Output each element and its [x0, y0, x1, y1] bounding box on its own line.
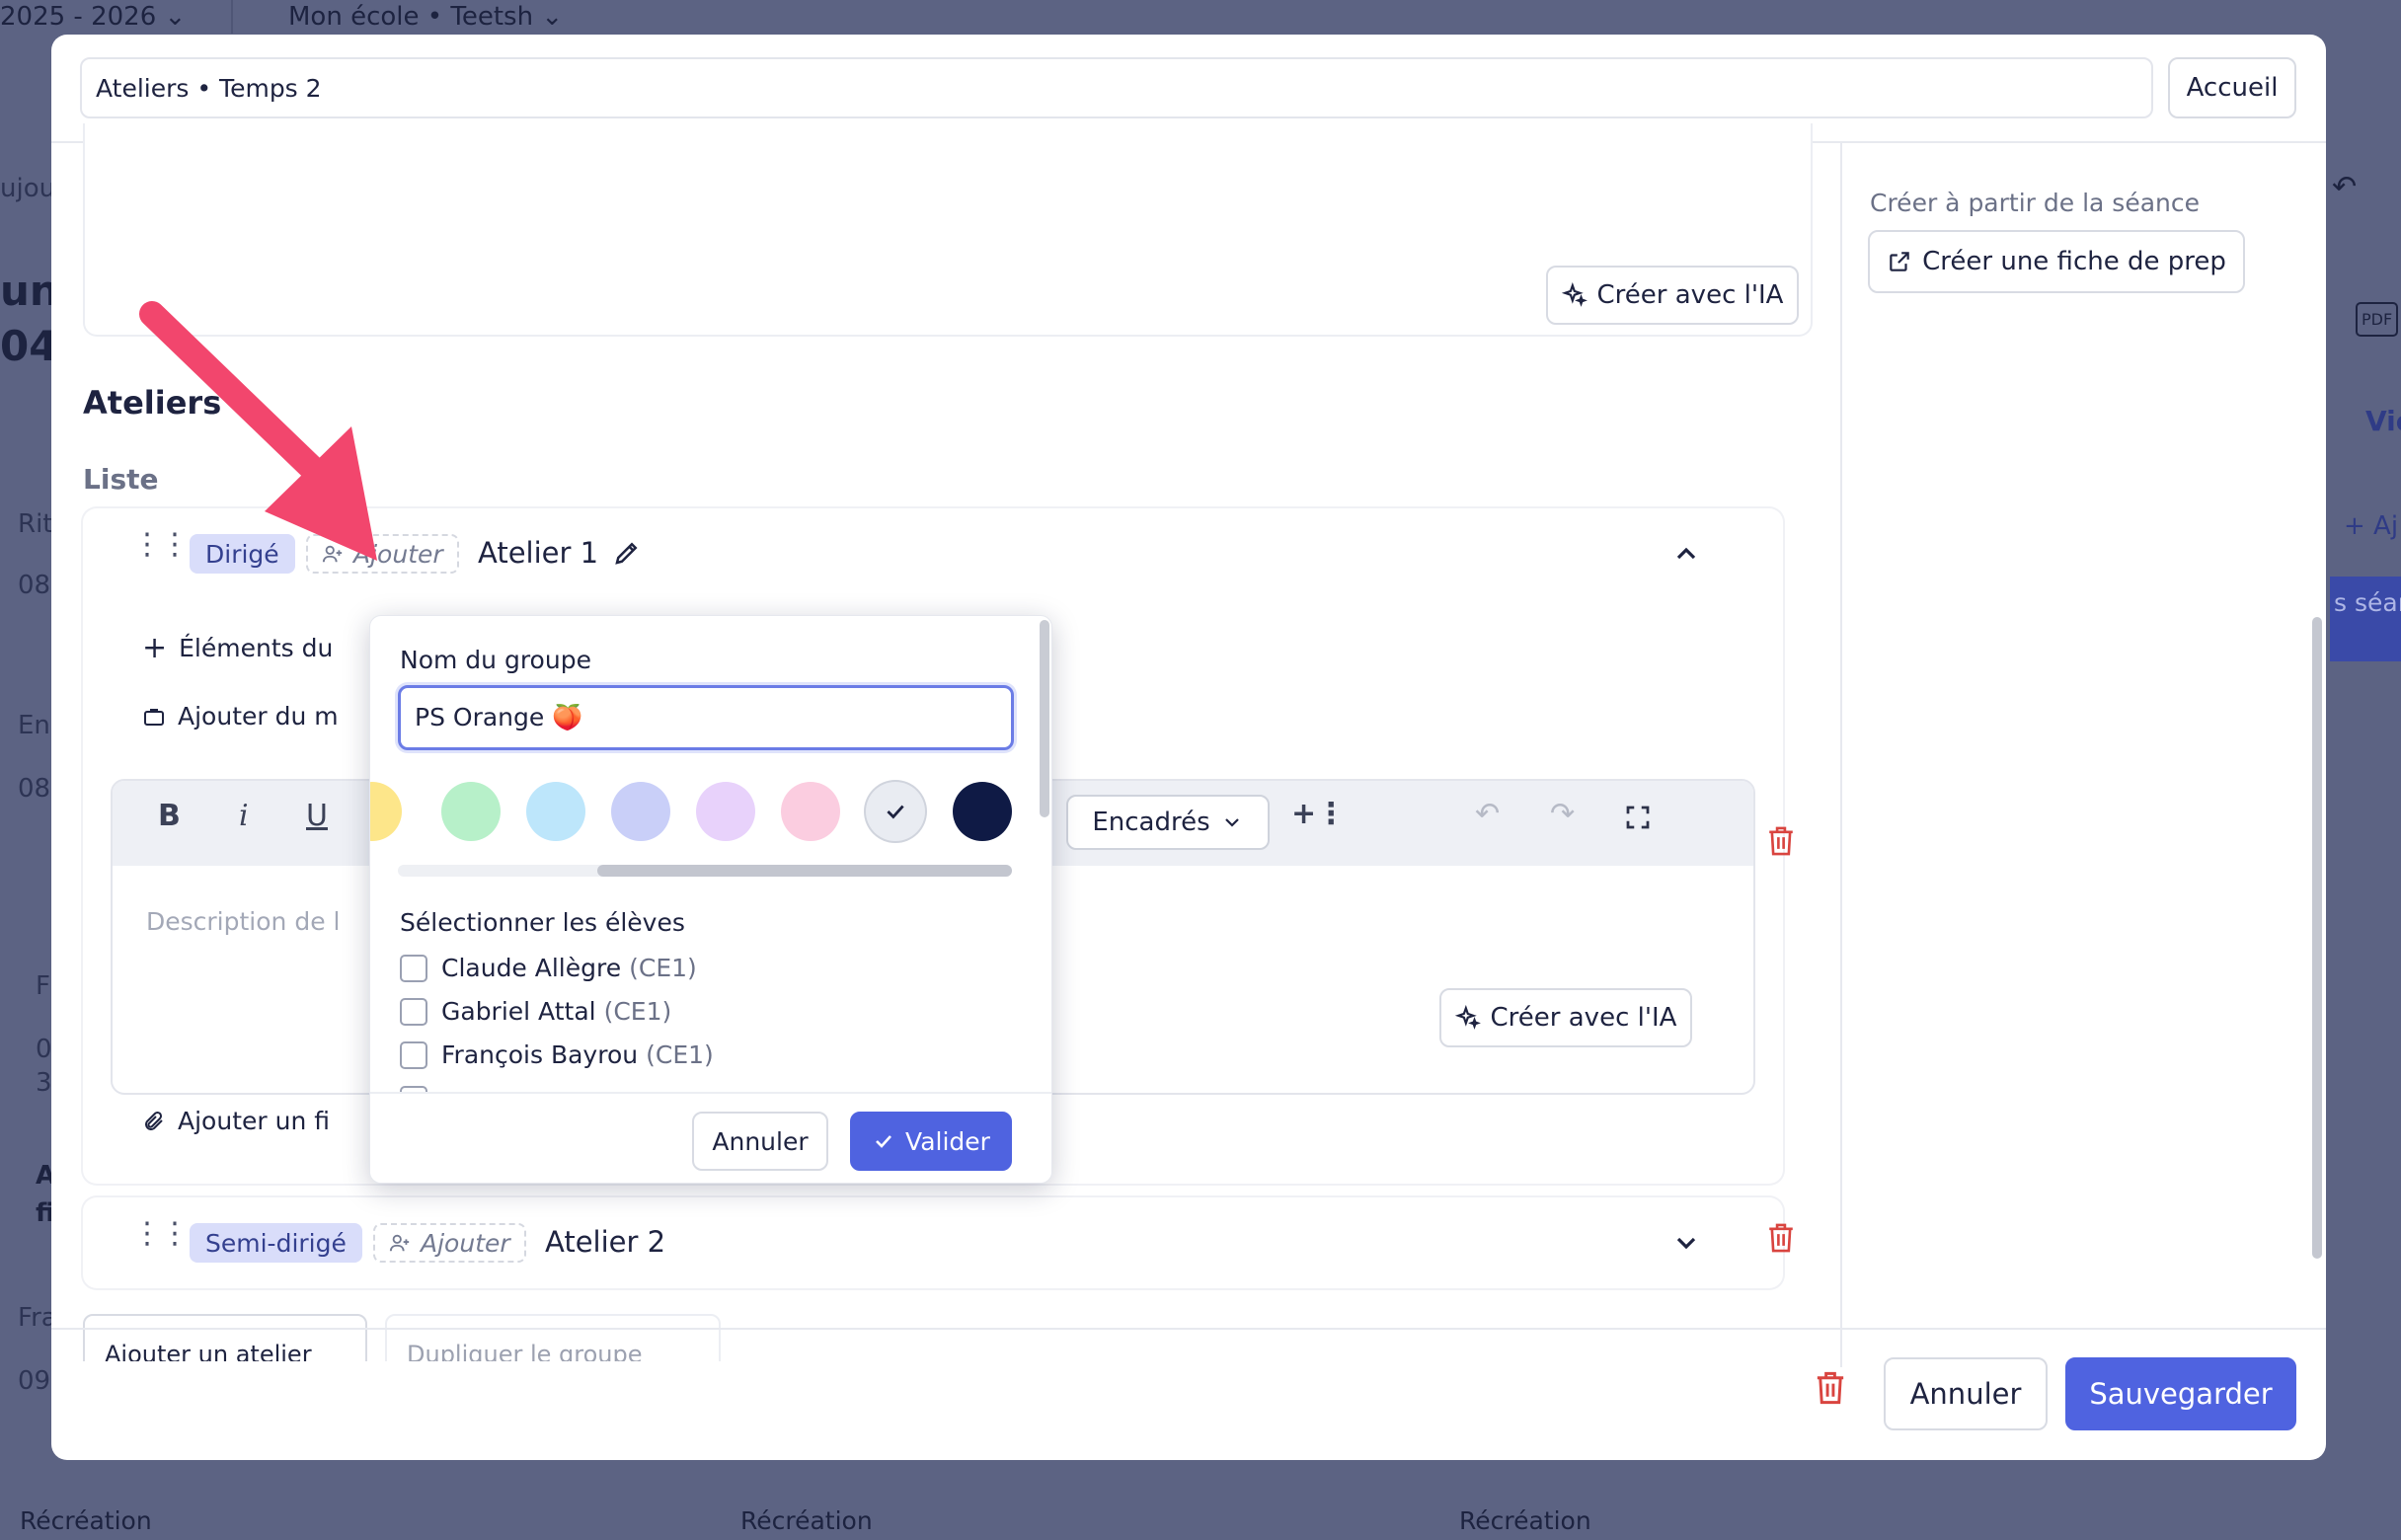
- annotation-arrow-icon: [139, 301, 377, 561]
